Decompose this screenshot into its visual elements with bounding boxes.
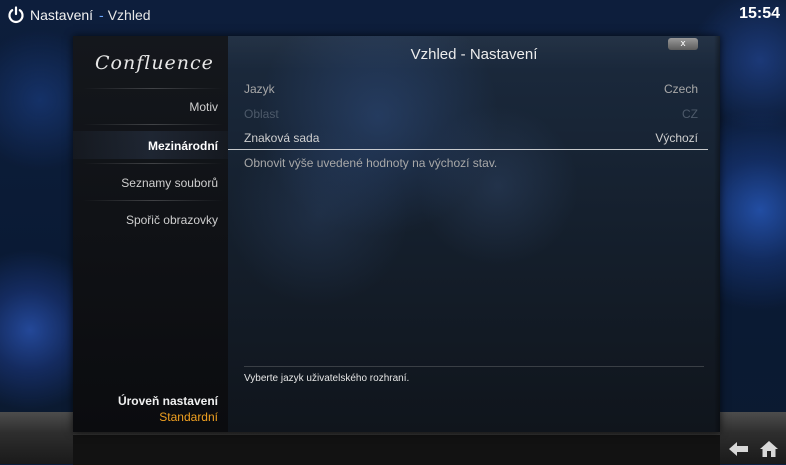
back-button[interactable] — [728, 438, 750, 460]
setting-row-jazyk[interactable]: Jazyk Czech — [228, 80, 708, 100]
sidebar-item-seznamy-souboru[interactable]: Seznamy souborů — [78, 176, 218, 190]
setting-label: Znaková sada — [244, 131, 320, 145]
reset-defaults-label: Obnovit výše uvedené hodnoty na výchozí … — [244, 156, 498, 170]
sidebar-item-motiv[interactable]: Motiv — [78, 100, 218, 114]
setting-value: Czech — [663, 82, 698, 96]
bottom-strip-inner — [73, 434, 720, 465]
sidebar-item-sporic-obrazovky[interactable]: Spořič obrazovky — [78, 213, 218, 227]
setting-value: CZ — [682, 107, 698, 121]
menu-divider — [83, 200, 223, 201]
sidebar-item-mezinarodni[interactable]: Mezinárodní — [78, 139, 218, 153]
top-bar: Nastavení - Vzhled 15:54 — [0, 0, 786, 32]
menu-divider — [83, 124, 223, 125]
clock: 15:54 — [739, 5, 780, 22]
description-divider — [244, 366, 704, 367]
setting-row-znakova-sada[interactable]: Znaková sada Výchozí — [228, 129, 708, 150]
setting-label: Oblast — [244, 107, 279, 121]
setting-label: Jazyk — [244, 82, 275, 96]
settings-level-value[interactable]: Standardní — [159, 410, 218, 424]
sidebar: Confluence Motiv Mezinárodní Seznamy sou… — [73, 36, 228, 432]
close-button[interactable]: x — [668, 38, 698, 50]
breadcrumb-separator: - — [99, 7, 104, 23]
close-icon: x — [680, 39, 686, 49]
dialog-content: Vzhled - Nastavení x Jazyk Czech Oblast … — [228, 36, 720, 432]
breadcrumb: Nastavení - Vzhled — [30, 7, 151, 23]
content-edge-shadow — [714, 36, 720, 432]
breadcrumb-section: Nastavení — [30, 7, 94, 23]
setting-description: Vyberte jazyk uživatelského rozhraní. — [244, 373, 410, 384]
settings-panel: Confluence Motiv Mezinárodní Seznamy sou… — [73, 36, 720, 432]
settings-level-label[interactable]: Úroveň nastavení — [118, 394, 218, 408]
setting-value: Výchozí — [655, 131, 698, 145]
skin-logo: Confluence — [95, 52, 214, 74]
breadcrumb-subsection: Vzhled — [107, 7, 151, 23]
menu-divider — [83, 163, 223, 164]
menu-divider — [83, 88, 223, 89]
reset-defaults-button[interactable]: Obnovit výše uvedené hodnoty na výchozí … — [228, 154, 708, 174]
dialog-title: Vzhled - Nastavení — [410, 46, 538, 63]
power-icon[interactable] — [7, 6, 25, 24]
home-button[interactable] — [758, 438, 780, 460]
back-arrow-icon — [729, 442, 748, 456]
home-icon — [760, 441, 778, 457]
setting-row-oblast: Oblast CZ — [228, 105, 708, 125]
